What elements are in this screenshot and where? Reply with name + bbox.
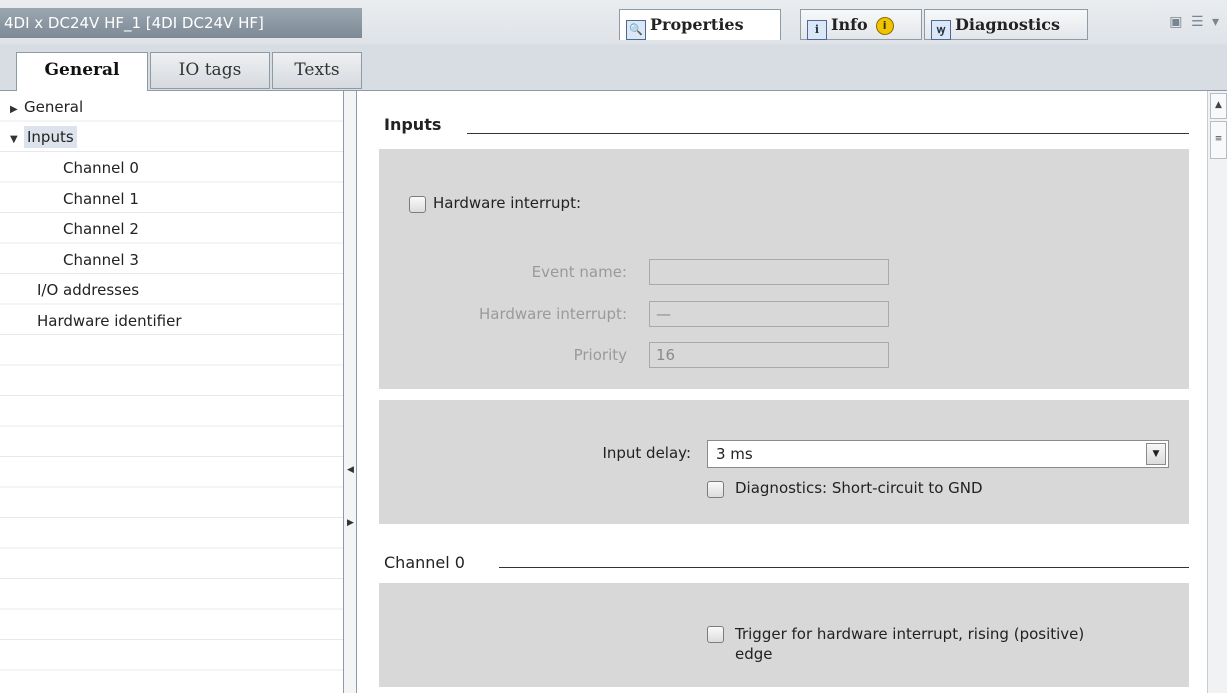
info-tab-icon: i	[807, 20, 827, 40]
tab-properties[interactable]: 🔍 Properties	[619, 9, 781, 40]
scroll-thumb[interactable]: ≡	[1210, 121, 1227, 159]
chevron-down-icon[interactable]: ▼	[1146, 443, 1166, 465]
subtab-io-tags[interactable]: IO tags	[150, 52, 270, 89]
chevron-down-icon[interactable]: ▾	[1212, 14, 1221, 30]
trigger-rising-edge-checkbox[interactable]	[707, 626, 724, 643]
input-delay-select[interactable]: 3 ms ▼	[707, 440, 1169, 468]
tab-diagnostics[interactable]: ꝡ Diagnostics	[924, 9, 1088, 40]
diag-short-circuit-checkbox[interactable]	[707, 481, 724, 498]
section-divider	[467, 133, 1189, 134]
tree-item-hardware-identifier[interactable]: Hardware identifier	[37, 307, 182, 335]
window-title: 4DI x DC24V HF_1 [4DI DC24V HF]	[0, 8, 362, 38]
input-delay-value: 3 ms	[716, 445, 753, 463]
tab-info-label: Info	[831, 15, 868, 34]
tree-item-channel-0[interactable]: Channel 0	[63, 154, 139, 182]
subtab-texts[interactable]: Texts	[272, 52, 362, 89]
tree-item-inputs[interactable]: ▼ Inputs	[10, 123, 77, 151]
tree-item-label: Inputs	[24, 126, 77, 148]
hardware-interrupt-panel: Hardware interrupt: Event name: Hardware…	[379, 149, 1189, 389]
collapse-left-icon[interactable]: ◀	[347, 465, 354, 475]
info-badge-icon: i	[875, 17, 894, 35]
priority-field[interactable]: 16	[649, 342, 889, 368]
window-controls: ▣ ☰ ▾	[1169, 14, 1221, 30]
pane-splitter[interactable]: ◀ ▶	[343, 91, 357, 693]
menu-list-icon[interactable]: ☰	[1191, 14, 1206, 30]
event-name-field[interactable]	[649, 259, 889, 285]
navigation-tree: ▶ General ▼ Inputs Channel 0 Channel 1 Cha…	[0, 91, 343, 693]
tree-item-channel-2[interactable]: Channel 2	[63, 215, 139, 243]
tree-item-io-addresses[interactable]: I/O addresses	[37, 276, 139, 304]
expand-arrow-icon[interactable]: ▶	[10, 96, 24, 124]
float-window-icon[interactable]: ▣	[1169, 14, 1184, 30]
channel-0-panel: Trigger for hardware interrupt, rising (…	[379, 583, 1189, 687]
scroll-up-icon[interactable]: ▲	[1210, 93, 1227, 119]
trigger-label-line-2: edge	[735, 645, 773, 663]
input-delay-label: Input delay:	[602, 444, 691, 462]
subtab-bar: General IO tags Texts	[0, 44, 1227, 91]
section-heading-inputs: Inputs	[384, 115, 442, 134]
section-heading-channel-0: Channel 0	[384, 553, 465, 572]
diagnostics-icon: ꝡ	[931, 20, 951, 40]
expand-right-icon[interactable]: ▶	[347, 518, 354, 528]
priority-label: Priority	[573, 346, 627, 364]
section-divider	[499, 567, 1189, 568]
tree-item-channel-1[interactable]: Channel 1	[63, 185, 139, 213]
diag-short-circuit-label: Diagnostics: Short-circuit to GND	[735, 479, 983, 497]
properties-icon: 🔍	[626, 20, 646, 40]
tree-item-label: General	[24, 98, 84, 116]
properties-content: Inputs Hardware interrupt: Event name: H…	[357, 91, 1207, 693]
hw-interrupt-label: Hardware interrupt:	[478, 305, 627, 323]
tab-info[interactable]: i Info i	[800, 9, 922, 40]
trigger-label-line-1: Trigger for hardware interrupt, rising (…	[735, 625, 1085, 643]
tab-diagnostics-label: Diagnostics	[955, 15, 1061, 34]
tree-item-general[interactable]: ▶ General	[10, 93, 83, 121]
tab-properties-label: Properties	[650, 15, 744, 34]
hardware-interrupt-checkbox[interactable]	[409, 196, 426, 213]
tree-item-channel-3[interactable]: Channel 3	[63, 246, 139, 274]
event-name-label: Event name:	[531, 263, 627, 281]
hardware-interrupt-label: Hardware interrupt:	[433, 194, 582, 212]
trigger-rising-edge-label: Trigger for hardware interrupt, rising (…	[735, 624, 1084, 664]
hw-interrupt-field[interactable]: —	[649, 301, 889, 327]
vertical-scrollbar[interactable]: ▲ ≡	[1207, 91, 1227, 693]
inspector-header: 4DI x DC24V HF_1 [4DI DC24V HF] 🔍 Propert…	[0, 0, 1227, 44]
subtab-general[interactable]: General	[16, 52, 148, 91]
input-delay-panel: Input delay: 3 ms ▼ Diagnostics: Short-c…	[379, 400, 1189, 524]
collapse-arrow-icon[interactable]: ▼	[10, 126, 24, 154]
